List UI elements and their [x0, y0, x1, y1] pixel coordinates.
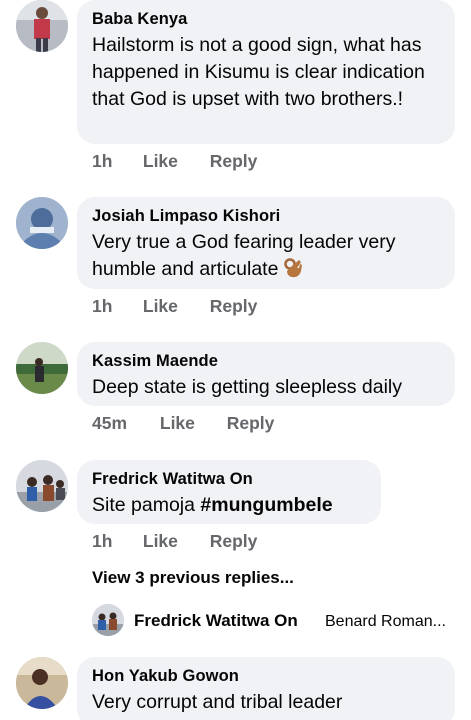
- latest-reply-preview[interactable]: Fredrick Watitwa On Benard Roman...: [92, 604, 462, 638]
- reply-button[interactable]: Reply: [210, 295, 258, 317]
- comment-author[interactable]: Kassim Maende: [92, 351, 441, 371]
- person-photo-avatar-icon: [16, 657, 68, 709]
- comment-time[interactable]: 1h: [92, 530, 138, 552]
- like-button[interactable]: Like: [143, 150, 205, 172]
- avatar[interactable]: [16, 657, 68, 709]
- avatar[interactable]: [92, 604, 124, 636]
- comment-text-content: Very true a God fearing leader very humb…: [92, 231, 396, 280]
- outdoor-photo-avatar-icon: [16, 342, 68, 394]
- comment-author[interactable]: Fredrick Watitwa On: [92, 469, 367, 489]
- group-photo-avatar-icon: [16, 460, 68, 512]
- reply-snippet: Benard Roman...: [325, 613, 446, 630]
- comment-text-content: Site pamoja: [92, 494, 201, 516]
- comment-author[interactable]: Josiah Limpaso Kishori: [92, 206, 441, 226]
- comment-text: Hailstorm is not a good sign, what has h…: [92, 34, 425, 110]
- hashtag-link[interactable]: #mungumbele: [200, 494, 332, 516]
- comment-bubble: Fredrick Watitwa On Site pamoja #mungumb…: [77, 460, 381, 524]
- avatar[interactable]: [16, 342, 68, 394]
- avatar[interactable]: [16, 197, 68, 249]
- comment-time[interactable]: 1h: [92, 295, 138, 317]
- comment-bubble: Baba Kenya Hailstorm is not a good sign,…: [77, 0, 455, 144]
- reply-button[interactable]: Reply: [210, 530, 258, 552]
- comment-actions: 1h Like Reply: [92, 295, 257, 317]
- comment-bubble: Hon Yakub Gowon Very corrupt and tribal …: [77, 657, 455, 720]
- comment-text: Very true a God fearing leader very humb…: [92, 229, 441, 283]
- like-button[interactable]: Like: [160, 412, 222, 434]
- reply-button[interactable]: Reply: [210, 150, 258, 172]
- comment-actions: 1h Like Reply: [92, 530, 257, 552]
- comment-bubble: Kassim Maende Deep state is getting slee…: [77, 342, 455, 406]
- comment-text: Deep state is getting sleepless daily: [92, 376, 403, 398]
- ok-hand-icon: [282, 257, 304, 279]
- avatar[interactable]: [16, 460, 68, 512]
- comment-time[interactable]: 1h: [92, 150, 138, 172]
- reply-author[interactable]: Fredrick Watitwa On: [134, 610, 298, 632]
- comment-text: Site pamoja #mungumbele: [92, 492, 367, 519]
- comment-actions: 45m Like Reply: [92, 412, 274, 434]
- reply-button[interactable]: Reply: [227, 412, 275, 434]
- comment-text: Very corrupt and tribal leader: [92, 691, 343, 713]
- comment-author[interactable]: Baba Kenya: [92, 9, 441, 29]
- person-photo-avatar-icon: [16, 0, 68, 52]
- comment-time[interactable]: 45m: [92, 412, 155, 434]
- view-previous-replies-link[interactable]: View 3 previous replies...: [92, 567, 294, 589]
- illustration-avatar-icon: [16, 197, 68, 249]
- comments-feed: Baba Kenya Hailstorm is not a good sign,…: [0, 0, 471, 720]
- like-button[interactable]: Like: [143, 295, 205, 317]
- avatar[interactable]: [16, 0, 68, 52]
- comment-author[interactable]: Hon Yakub Gowon: [92, 666, 441, 686]
- like-button[interactable]: Like: [143, 530, 205, 552]
- comment-actions: 1h Like Reply: [92, 150, 257, 172]
- comment-bubble: Josiah Limpaso Kishori Very true a God f…: [77, 197, 455, 289]
- group-photo-avatar-icon: [92, 604, 124, 636]
